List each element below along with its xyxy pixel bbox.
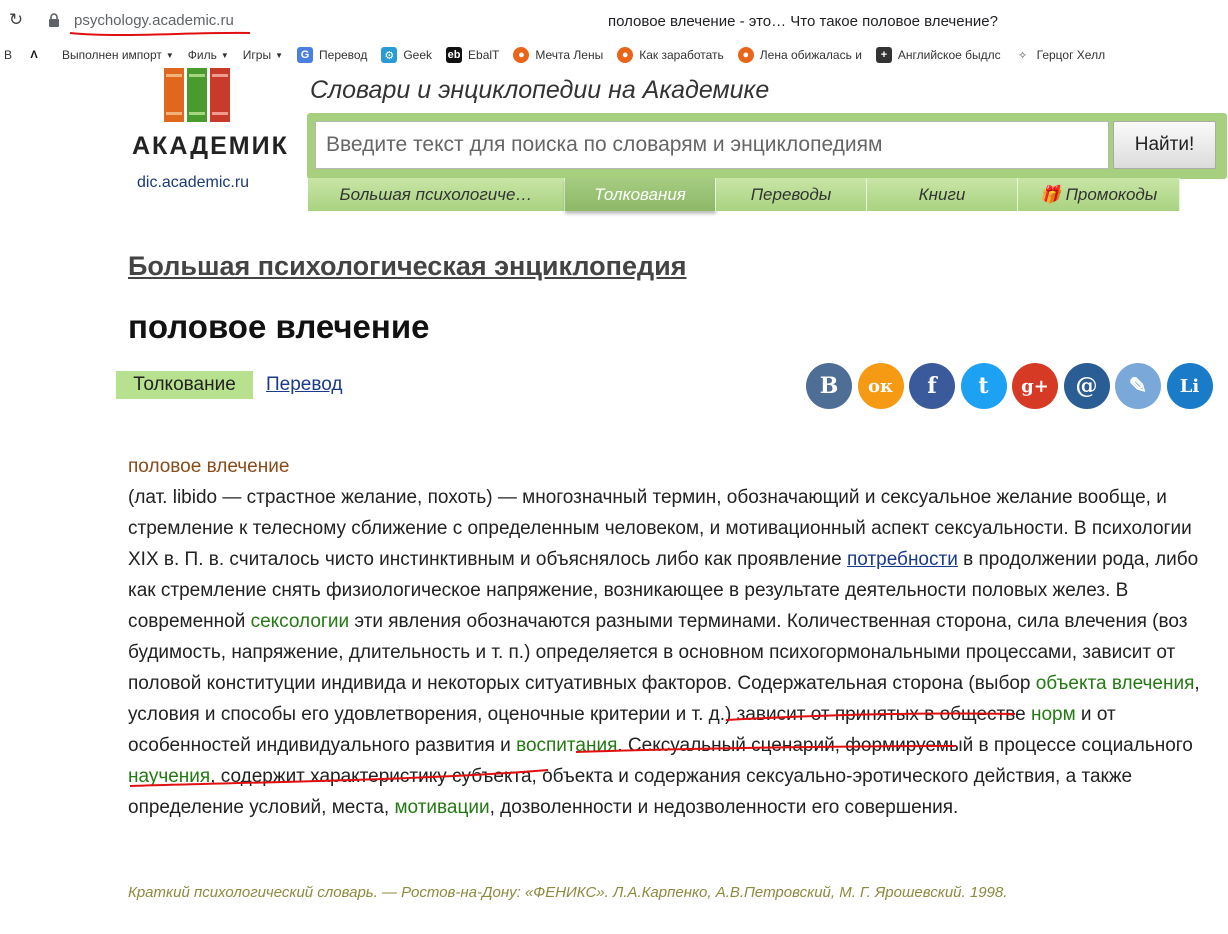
link-norms[interactable]: норм bbox=[1031, 704, 1076, 725]
link-needs[interactable]: потребности bbox=[847, 549, 958, 570]
search-box: Найти! bbox=[307, 113, 1227, 179]
vk-share-icon[interactable]: В bbox=[806, 363, 852, 409]
bookmark-label: Как заработать bbox=[639, 48, 724, 62]
link-object-of-attraction[interactable]: объекта влечения bbox=[1036, 673, 1195, 694]
bookmark-item[interactable]: Выполнен импорт ▼ bbox=[62, 48, 174, 62]
livejournal-share-icon[interactable]: ✎ bbox=[1115, 363, 1161, 409]
social-share-buttons: Вок f t g+ @ ✎ Li bbox=[806, 363, 1218, 409]
bookmark-label: Английское быдлс bbox=[897, 48, 1001, 62]
odnoklassniki-share-icon[interactable]: ок bbox=[857, 363, 904, 409]
bookmark-item[interactable]: Λ bbox=[26, 47, 48, 63]
orange-circle-icon: ● bbox=[737, 47, 754, 63]
plus-square-icon: + bbox=[875, 47, 892, 63]
bookmark-item[interactable]: + Английское быдлс bbox=[875, 47, 1001, 63]
facebook-share-icon[interactable]: f bbox=[909, 363, 955, 409]
bookmark-item[interactable]: ● Мечта Лены bbox=[513, 47, 603, 63]
tab-books[interactable]: Книги bbox=[867, 178, 1018, 211]
orange-circle-icon: ● bbox=[513, 47, 530, 63]
browser-chrome: ↻ psychology.academic.ru половое влечени… bbox=[0, 0, 1228, 68]
chevron-down-icon: ▼ bbox=[220, 50, 229, 60]
tab-translations[interactable]: Переводы bbox=[716, 178, 867, 211]
bookmark-label: EbalT bbox=[468, 48, 500, 62]
translate-icon: G bbox=[297, 47, 314, 63]
entry-text: (лат. libido — страстное желание, похоть… bbox=[128, 482, 1218, 823]
bookmark-item[interactable]: ⚙ Geek bbox=[381, 47, 432, 63]
facebook-glyph: f bbox=[927, 373, 937, 399]
odnoklassniki-glyph: ок bbox=[867, 375, 893, 397]
search-input[interactable] bbox=[315, 121, 1109, 169]
entry-headword: половое влечение bbox=[128, 456, 290, 477]
url-text[interactable]: psychology.academic.ru bbox=[74, 12, 234, 29]
mode-translation-link[interactable]: Перевод bbox=[266, 374, 342, 396]
bookmark-label: В bbox=[4, 48, 13, 62]
bookmark-item[interactable]: eb EbalT bbox=[446, 47, 499, 63]
chevron-down-icon: ▼ bbox=[165, 50, 174, 60]
bookmark-item[interactable]: ● Как заработать bbox=[617, 47, 724, 63]
tab-definitions[interactable]: Толкования bbox=[565, 178, 716, 211]
bookmark-label: Лена обижалась и bbox=[759, 48, 862, 62]
link-learning[interactable]: научения bbox=[128, 766, 210, 787]
livejournal-glyph: ✎ bbox=[1128, 373, 1148, 399]
dictionary-entry: половое влечение (лат. libido — страстно… bbox=[128, 451, 1218, 823]
bookmark-label: Герцог Хелл bbox=[1036, 48, 1106, 62]
twitter-glyph: t bbox=[978, 373, 989, 399]
mode-definition-active: Толкование bbox=[116, 371, 253, 399]
twitter-share-icon[interactable]: t bbox=[960, 363, 1007, 409]
bookmark-item[interactable]: Игры ▼ bbox=[243, 48, 283, 62]
eb-icon: eb bbox=[446, 47, 463, 63]
books-logo-icon bbox=[164, 68, 230, 122]
link-sexology[interactable]: сексологии bbox=[251, 611, 349, 632]
linkedin-share-icon[interactable]: Li bbox=[1166, 363, 1213, 409]
mail-share-icon[interactable]: @ bbox=[1063, 363, 1110, 409]
logo-domain[interactable]: dic.academic.ru bbox=[137, 174, 249, 192]
bookmark-label: Перевод bbox=[319, 48, 368, 62]
tab-dictionary[interactable]: Большая психологиче… bbox=[308, 178, 565, 211]
site-slogan: Словари и энциклопедии на Академике bbox=[310, 76, 770, 104]
bookmark-item[interactable]: Филь ▼ bbox=[188, 48, 229, 62]
search-button[interactable]: Найти! bbox=[1113, 121, 1216, 169]
vk-glyph: В bbox=[819, 373, 839, 399]
reload-icon[interactable]: ↻ bbox=[6, 10, 26, 30]
bookmark-label: Мечта Лены bbox=[535, 48, 604, 62]
gear-icon: ⚙ bbox=[381, 47, 398, 63]
chevron-down-icon: ▼ bbox=[275, 50, 284, 60]
orange-circle-icon: ● bbox=[617, 47, 634, 63]
link-motivation[interactable]: мотивации bbox=[394, 797, 489, 818]
page-title: половое влечение bbox=[128, 308, 430, 345]
address-bar: ↻ psychology.academic.ru половое влечени… bbox=[0, 0, 1228, 42]
google-plus-glyph: g+ bbox=[1021, 375, 1049, 397]
entry-text-segment: . Сексуальный сценарий, формируемый в пр… bbox=[617, 735, 1193, 756]
bookmark-item[interactable]: В bbox=[4, 48, 12, 62]
bookmark-item[interactable]: G Перевод bbox=[297, 47, 367, 63]
lambda-icon: Λ bbox=[30, 49, 38, 61]
academic-logo[interactable]: АКАДЕМИК dic.academic.ru bbox=[130, 64, 287, 194]
mail-glyph: @ bbox=[1075, 373, 1098, 399]
logo-wordmark: АКАДЕМИК bbox=[132, 132, 289, 160]
bookmark-item[interactable]: ✧ Герцог Хелл bbox=[1015, 47, 1105, 63]
google-plus-share-icon[interactable]: g+ bbox=[1012, 363, 1058, 409]
bookmark-item[interactable]: ● Лена обижалась и bbox=[737, 47, 862, 63]
linkedin-glyph: Li bbox=[1179, 375, 1200, 397]
source-citation: Краткий психологический словарь. — Росто… bbox=[128, 884, 1008, 901]
dictionary-title-link[interactable]: Большая психологическая энциклопедия bbox=[128, 251, 686, 282]
section-tabs: Большая психологиче… Толкования Переводы… bbox=[308, 178, 1180, 211]
tab-promocodes[interactable]: 🎁 Промокоды bbox=[1018, 178, 1180, 211]
bookmark-label: Игры bbox=[242, 48, 272, 62]
page-tab-title: половое влечение - это… Что такое полово… bbox=[608, 13, 998, 30]
link-upbringing[interactable]: воспитания bbox=[516, 735, 617, 756]
lock-icon bbox=[49, 13, 59, 27]
entry-text-segment: , дозволенности и недозволенности его со… bbox=[489, 797, 959, 818]
puzzle-icon: ✧ bbox=[1018, 49, 1028, 62]
bookmark-label: Выполнен импорт bbox=[62, 48, 162, 62]
bookmark-label: Geek bbox=[403, 48, 433, 62]
bookmark-label: Филь bbox=[187, 48, 217, 62]
